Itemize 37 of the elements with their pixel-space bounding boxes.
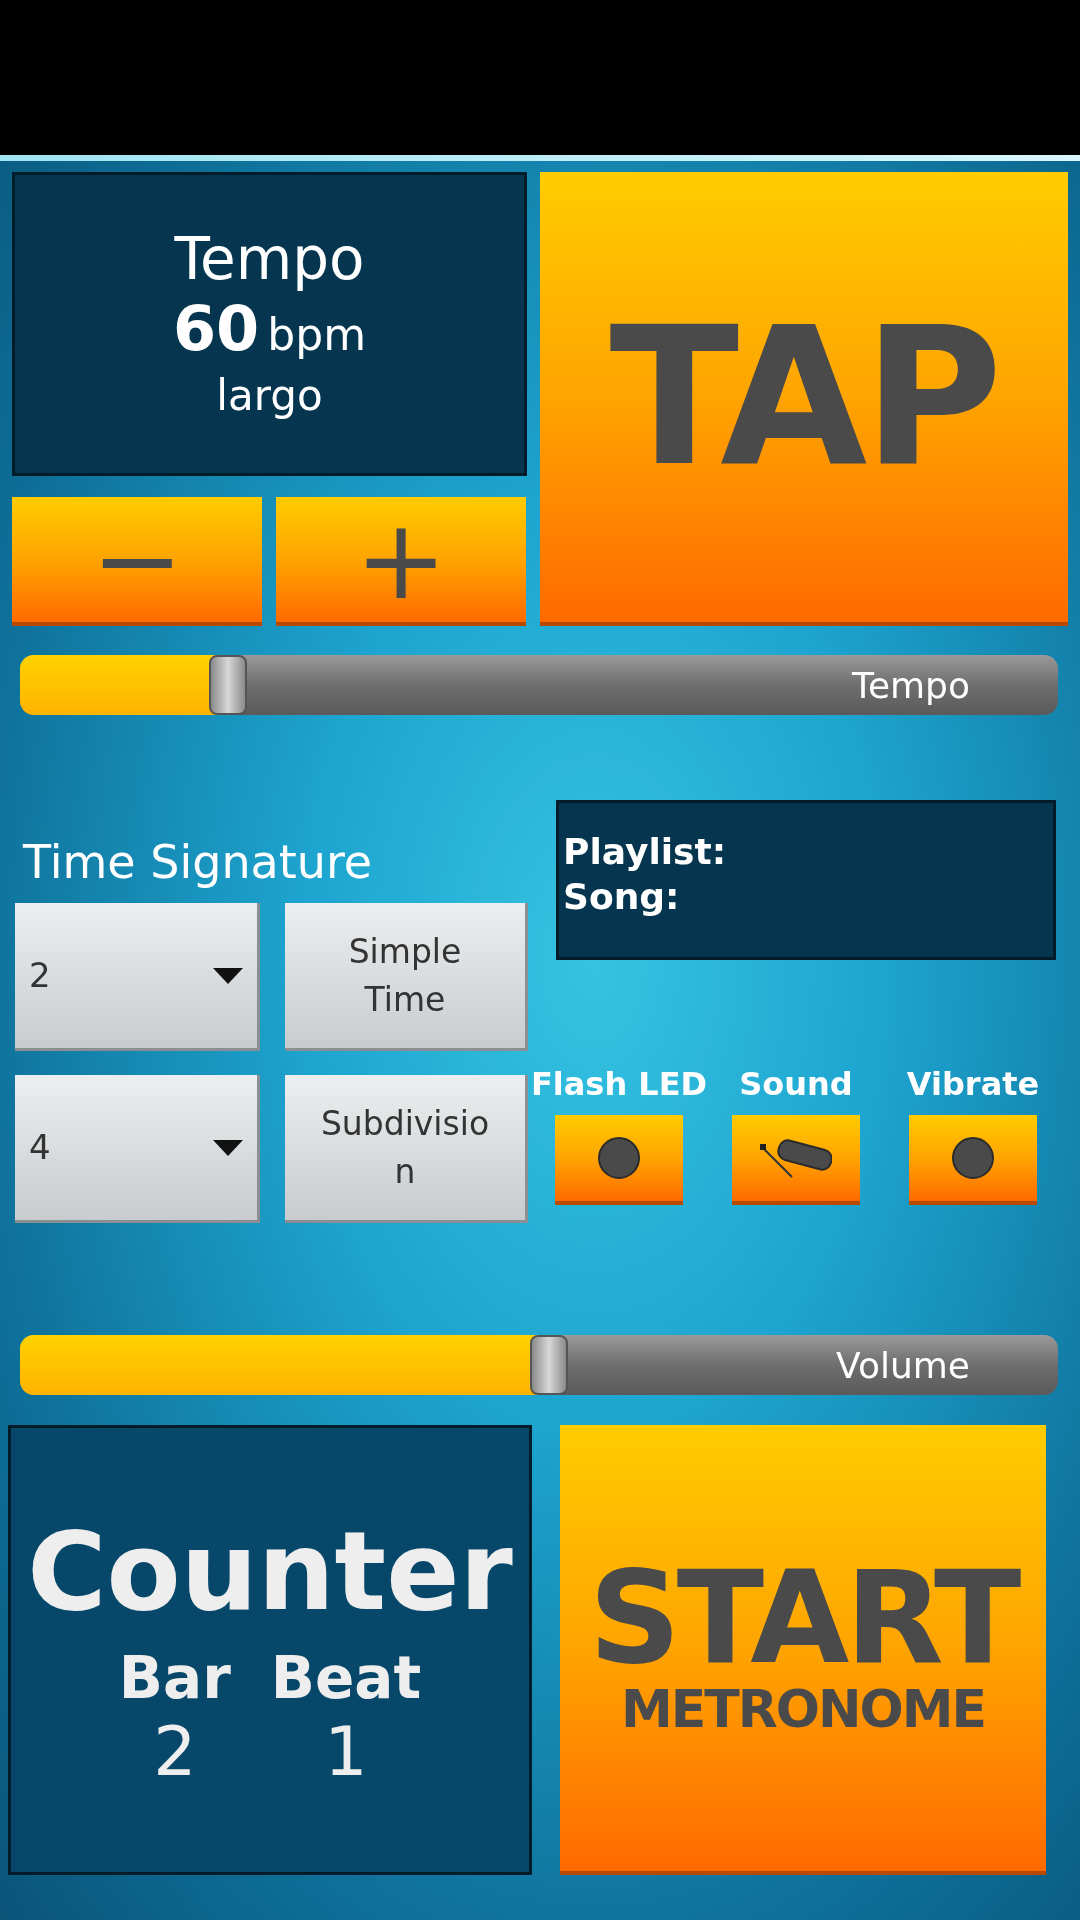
output-label: Sound [739,1065,853,1103]
tempo-value: 60 [173,291,260,365]
tap-button[interactable]: TAP [540,172,1068,626]
output-toggle[interactable] [732,1115,860,1205]
step-button[interactable]: + [276,497,526,626]
counter-value: 1 [324,1712,368,1791]
caret-icon [213,1139,243,1156]
section-label: Time Signature [22,835,374,891]
woodblock-icon [760,1137,832,1179]
output-label: Flash LED [530,1065,708,1103]
dot-icon [597,1136,641,1180]
dropdown[interactable]: 4 [15,1075,260,1223]
dropdown[interactable]: 2 [15,903,260,1051]
counter-label: Beat [270,1644,422,1712]
output-toggle[interactable] [909,1115,1037,1205]
song-label: Song: [563,876,681,917]
slider-thumb[interactable] [208,655,247,715]
tempo-marking: largo [216,370,323,420]
time-option-button[interactable]: Simple Time [285,903,528,1051]
tempo-unit: bpm [267,308,366,360]
slider-thumb[interactable] [530,1335,569,1395]
tempo-title: Tempo [174,228,365,292]
counter-label: Bar [118,1644,231,1712]
start-button[interactable]: START METRONOME [560,1425,1046,1875]
slider-track[interactable]: Volume [20,1335,1058,1395]
slider-track[interactable]: Tempo [20,655,1058,715]
output-toggle[interactable] [555,1115,683,1205]
counter-value: 2 [153,1712,197,1791]
caret-icon [213,967,243,984]
dot-icon [951,1136,995,1180]
output-label: Vibrate [906,1065,1040,1103]
slider-label: Tempo [852,664,970,706]
counter-title: Counter [27,1509,513,1634]
playlist-label: Playlist: [563,831,728,872]
time-option-button[interactable]: Subdivision [285,1075,528,1223]
step-button[interactable]: − [12,497,262,626]
slider-label: Volume [836,1344,970,1386]
